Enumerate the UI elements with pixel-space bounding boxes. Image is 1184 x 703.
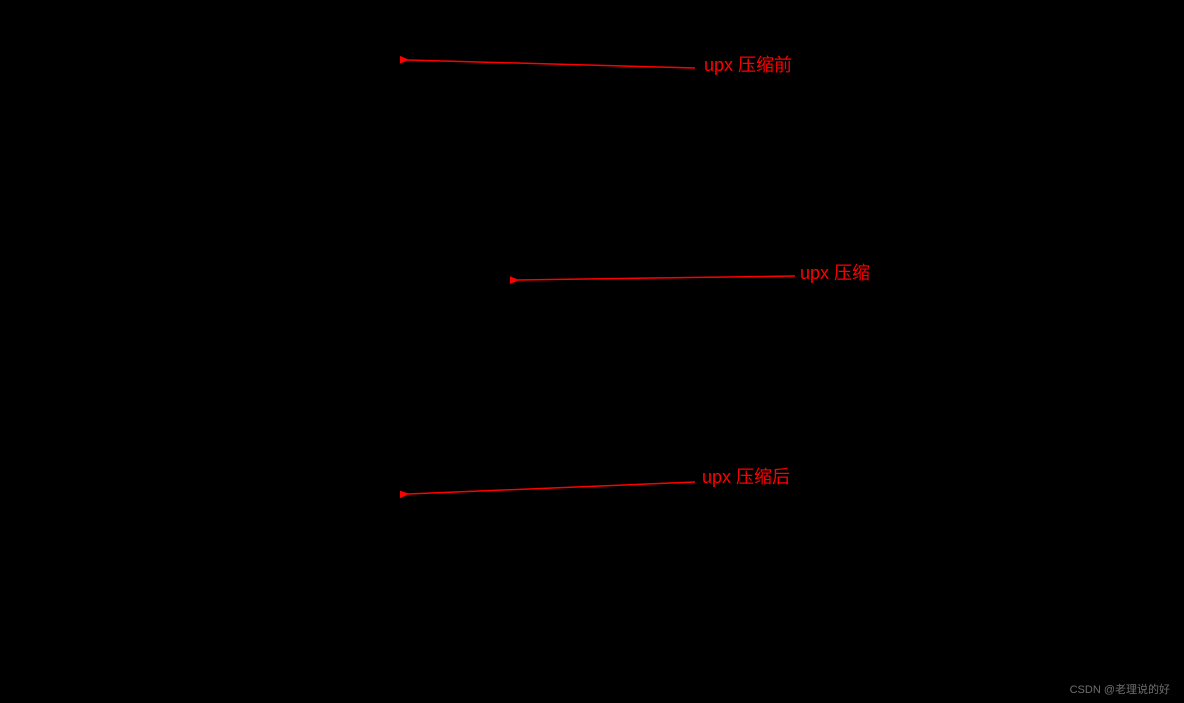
annotation-before: upx 压缩前 xyxy=(704,58,792,73)
terminal-output[interactable] xyxy=(0,58,1184,60)
annotation-after: upx 压缩后 xyxy=(702,470,790,485)
annotation-cmd: upx 压缩 xyxy=(800,266,870,281)
arrow-after-icon xyxy=(400,472,700,502)
arrow-cmd-icon xyxy=(510,262,800,286)
arrow-before-icon xyxy=(400,50,700,80)
watermark: CSDN @老理说的好 xyxy=(1070,683,1170,698)
